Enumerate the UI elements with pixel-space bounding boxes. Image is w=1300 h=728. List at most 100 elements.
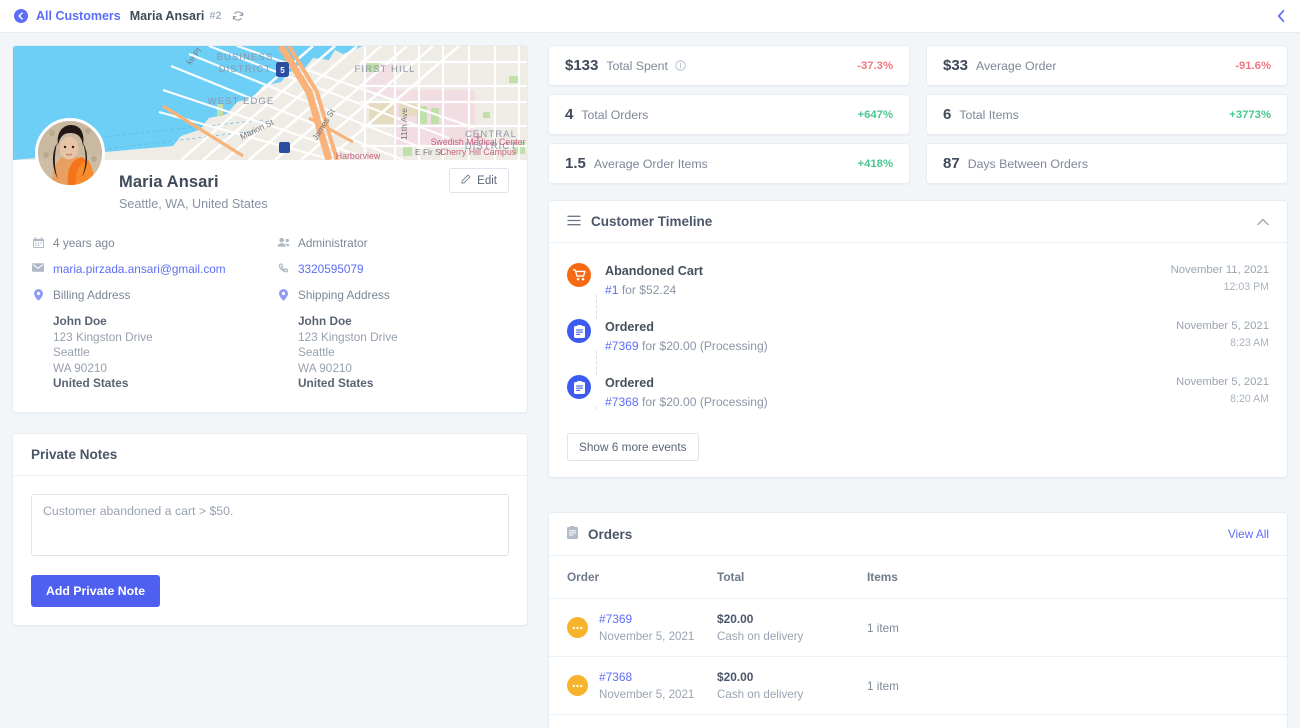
meta-row-shipping-label: Shipping Address	[276, 288, 509, 302]
timeline-event-detail: for $20.00 (Processing)	[638, 395, 768, 409]
shipping-name: John Doe	[298, 314, 352, 328]
column-header-order: Order	[549, 556, 717, 599]
timeline-connector	[596, 407, 597, 409]
table-row[interactable]: #7368 November 5, 2021 $20.00 Cash on de…	[549, 656, 1287, 715]
calendar-icon	[31, 236, 45, 248]
timeline-event-detail: for $52.24	[618, 283, 677, 297]
stat-label: Total Orders	[581, 107, 649, 122]
timeline-event-sub: #1 for $52.24	[605, 283, 1171, 297]
breadcrumb-bar: All Customers Maria Ansari #2	[0, 0, 1300, 33]
timeline-event-main: Ordered #7368 for $20.00 (Processing)	[605, 375, 1176, 409]
timeline-event-meta: November 5, 2021 8:20 AM	[1176, 375, 1269, 409]
shipping-street: 123 Kingston Drive	[298, 329, 398, 344]
ellipsis-icon	[567, 617, 588, 638]
timeline-event-title: Ordered	[605, 320, 654, 334]
order-cell: #7368 November 5, 2021	[549, 656, 717, 715]
info-icon[interactable]	[675, 60, 686, 71]
map-pin-icon	[31, 288, 45, 301]
breadcrumb-all-customers[interactable]: All Customers	[36, 9, 121, 23]
timeline-event-date: November 11, 2021	[1170, 264, 1269, 276]
orders-title-group: Orders	[567, 526, 632, 542]
meta-row-phone[interactable]: 3320595079	[276, 262, 509, 276]
stat-label: Total Items	[959, 107, 1019, 122]
meta-row-email[interactable]: maria.pirzada.ansari@gmail.com	[31, 262, 264, 276]
ellipsis-icon	[567, 675, 588, 696]
shipping-region: WA 90210	[298, 360, 352, 375]
svg-text:11th Ave: 11th Ave	[399, 108, 409, 140]
timeline-event-link[interactable]: #7368	[605, 395, 639, 409]
items-cell: 1 item	[867, 598, 1287, 657]
billing-city: Seattle	[53, 345, 90, 360]
meta-joined-text: 4 years ago	[53, 236, 115, 250]
order-items: 1 item	[867, 679, 899, 693]
total-cell: $20.00 Cash on delivery	[717, 656, 867, 715]
clipboard-icon	[567, 319, 591, 343]
shipping-address: John Doe 123 Kingston Drive Seattle WA 9…	[276, 314, 509, 392]
order-info: #7368 November 5, 2021	[599, 670, 694, 701]
orders-table: Order Total Items #7369 November 5, 2021…	[549, 556, 1287, 728]
billing-street: 123 Kingston Drive	[53, 329, 153, 344]
timeline-connector	[596, 351, 597, 375]
customer-profile-card: 5 + + + BUSINESS DISTRICT FIRST HILL WES…	[12, 45, 528, 413]
private-notes-header: Private Notes	[13, 434, 527, 476]
timeline-connector	[596, 295, 597, 319]
timeline-header: Customer Timeline	[549, 201, 1287, 243]
edit-button[interactable]: Edit	[449, 168, 509, 193]
billing-country: United States	[53, 376, 129, 391]
stat-delta: -91.6%	[1235, 59, 1271, 72]
shipping-address-label: Shipping Address	[298, 288, 390, 302]
stat-label: Average Order	[976, 58, 1057, 73]
stat-card-days-between-orders: 87 Days Between Orders	[926, 143, 1288, 184]
order-total: $20.00	[717, 612, 754, 626]
avatar	[35, 118, 105, 188]
order-items: 1 item	[867, 621, 899, 635]
order-number-link[interactable]: #7369	[599, 612, 694, 626]
stat-delta: +418%	[857, 157, 894, 170]
timeline-event-meta: November 11, 2021 12:03 PM	[1171, 263, 1269, 297]
timeline-event-date: November 5, 2021	[1176, 320, 1269, 332]
meta-row-joined: 4 years ago	[31, 236, 264, 250]
show-more-events-button[interactable]: Show 6 more events	[567, 433, 699, 461]
customer-meta: 4 years ago maria.pirzada.ansari@gmail.c…	[13, 218, 527, 412]
meta-email-link[interactable]: maria.pirzada.ansari@gmail.com	[53, 262, 226, 276]
timeline-title: Customer Timeline	[591, 214, 713, 229]
stat-delta: +3773%	[1229, 108, 1271, 121]
stat-value: 87	[943, 155, 960, 172]
refresh-icon[interactable]	[232, 10, 244, 22]
table-row[interactable]: #7369 November 5, 2021 $20.00 Cash on de…	[549, 598, 1287, 657]
timeline-event-sub: #7369 for $20.00 (Processing)	[605, 339, 1176, 353]
meta-row-role: Administrator	[276, 236, 509, 250]
right-column: $133 Total Spent -37.3% $33 Average Orde…	[548, 45, 1288, 728]
order-cell: #7364 November 5, 2021	[549, 714, 717, 728]
timeline-event-main: Ordered #7369 for $20.00 (Processing)	[605, 319, 1176, 353]
order-cell-inner: #7368 November 5, 2021	[567, 670, 707, 701]
add-private-note-button[interactable]: Add Private Note	[31, 574, 161, 607]
billing-region: WA 90210	[53, 360, 107, 375]
back-icon[interactable]	[14, 9, 28, 23]
meta-row-billing-label: Billing Address	[31, 288, 264, 302]
collapse-panel-icon[interactable]	[1277, 9, 1286, 23]
timeline-event-detail: for $20.00 (Processing)	[638, 339, 768, 353]
timeline-event-link[interactable]: #1	[605, 283, 618, 297]
timeline-event-link[interactable]: #7369	[605, 339, 639, 353]
timeline-event-title: Ordered	[605, 376, 654, 390]
svg-text:Cherry Hill Campus: Cherry Hill Campus	[440, 147, 517, 157]
view-all-orders-link[interactable]: View All	[1228, 527, 1269, 541]
private-note-input[interactable]	[31, 493, 509, 556]
meta-phone-link[interactable]: 3320595079	[298, 262, 364, 276]
shipping-city: Seattle	[298, 345, 335, 360]
order-number-link[interactable]: #7368	[599, 670, 694, 684]
svg-text:5: 5	[280, 66, 285, 75]
order-cell-inner: #7369 November 5, 2021	[567, 612, 707, 643]
timeline-collapse-icon[interactable]	[1257, 218, 1269, 226]
timeline-event: Abandoned Cart #1 for $52.24 November 11…	[567, 263, 1269, 319]
table-row[interactable]: #7364 November 5, 2021 $22.50 Cash on de…	[549, 714, 1287, 728]
timeline-event-main: Abandoned Cart #1 for $52.24	[605, 263, 1171, 297]
shopping-cart-icon	[567, 263, 591, 287]
avatar-photo	[38, 121, 102, 185]
order-payment: Cash on delivery	[717, 688, 804, 701]
envelope-icon	[31, 262, 45, 272]
svg-text:DISTRICT: DISTRICT	[219, 64, 272, 75]
stat-value: $33	[943, 57, 969, 74]
timeline-event-time: 8:20 AM	[1230, 393, 1269, 405]
